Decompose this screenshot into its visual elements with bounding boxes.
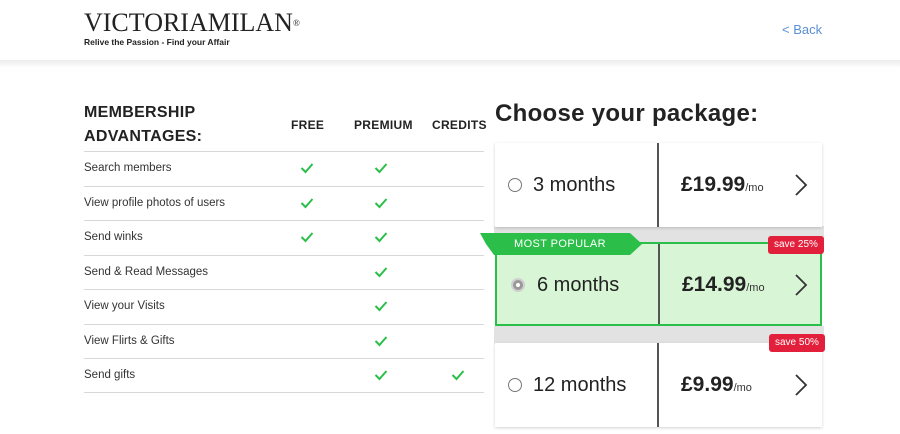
advantage-row: View your Visits xyxy=(84,289,484,324)
logo-text: VICTORIAMILAN xyxy=(84,8,293,37)
advantages-title: MEMBERSHIP ADVANTAGES: xyxy=(84,104,203,145)
chevron-right-icon xyxy=(795,174,808,196)
advantage-label: Search members xyxy=(84,162,172,174)
save-badge: save 25% xyxy=(768,236,824,254)
logo-registered-mark: ® xyxy=(292,18,300,28)
check-icon xyxy=(451,368,465,381)
check-icon xyxy=(374,265,388,277)
logo[interactable]: VICTORIAMILAN® Relive the Passion - Find… xyxy=(84,8,300,48)
advantage-row: View profile photos of users xyxy=(84,185,484,221)
check-icon xyxy=(374,299,388,312)
package-12-months[interactable]: 12 months £9.99/mo xyxy=(495,343,822,427)
radio-button-selected[interactable] xyxy=(511,278,525,292)
advantage-label: Send & Read Messages xyxy=(84,265,209,278)
check-icon xyxy=(374,230,388,243)
logo-tagline: Relive the Passion - Find your Affair xyxy=(84,37,230,47)
check-icon xyxy=(300,161,314,174)
advantage-row: Send gifts xyxy=(84,358,484,393)
package-3-months[interactable]: 3 months £19.99/mo xyxy=(495,143,822,227)
advantage-label: View Flirts & Gifts xyxy=(84,334,175,347)
package-duration: 3 months xyxy=(533,174,616,196)
radio-button[interactable] xyxy=(508,178,522,192)
package-price: £9.99/mo xyxy=(681,373,752,396)
header: VICTORIAMILAN® Relive the Passion - Find… xyxy=(0,0,900,60)
check-icon xyxy=(374,368,388,381)
package-duration: 12 months xyxy=(533,374,627,396)
chevron-right-icon xyxy=(795,374,808,396)
advantage-label: Send winks xyxy=(84,231,143,243)
check-icon xyxy=(300,196,314,208)
advantage-row: View Flirts & Gifts xyxy=(84,323,484,359)
check-icon xyxy=(374,161,388,174)
check-icon xyxy=(300,230,314,243)
packages-title: Choose your package: xyxy=(495,100,759,127)
check-icon xyxy=(374,334,388,346)
divider xyxy=(657,343,659,427)
divider xyxy=(657,143,659,227)
advantage-label: View your Visits xyxy=(84,300,165,312)
advantage-label: Send gifts xyxy=(84,369,136,381)
package-duration: 6 months xyxy=(537,274,620,296)
advantages-table: Search members View profile photos of use… xyxy=(84,151,484,393)
most-popular-label: MOST POPULAR xyxy=(514,238,607,250)
check-icon xyxy=(374,196,388,208)
package-price: £14.99/mo xyxy=(682,273,765,296)
save-badge: save 50% xyxy=(769,334,825,352)
advantage-row: Send winks xyxy=(84,220,484,255)
back-link[interactable]: < Back xyxy=(782,22,822,37)
column-header-premium: PREMIUM xyxy=(354,118,413,132)
advantage-row: Search members xyxy=(84,151,484,186)
radio-button[interactable] xyxy=(508,378,522,392)
header-shadow-band xyxy=(0,60,900,68)
column-header-credits: CREDITS xyxy=(432,118,487,132)
chevron-right-icon xyxy=(795,274,808,296)
advantage-row: Send & Read Messages xyxy=(84,254,484,290)
advantage-label: View profile photos of users xyxy=(84,196,226,209)
column-header-free: FREE xyxy=(291,118,325,132)
package-price: £19.99/mo xyxy=(681,173,764,196)
divider xyxy=(658,244,660,324)
